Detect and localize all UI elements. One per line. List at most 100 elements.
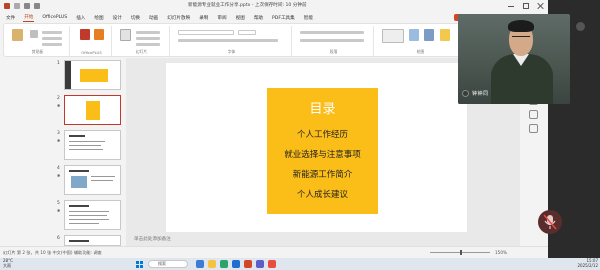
maximize-icon[interactable] — [523, 3, 529, 9]
search-placeholder: 搜索 — [158, 261, 166, 266]
app-icon — [4, 3, 10, 9]
toc-item[interactable]: 个人工作经历 — [267, 128, 378, 140]
webcam-video: 钟钟同 — [458, 14, 570, 104]
thumb-number: 1 — [57, 61, 60, 66]
slide-layout-icon[interactable] — [120, 29, 131, 41]
tab-help[interactable]: 帮助 — [253, 14, 264, 22]
slide-thumbnail-2[interactable] — [64, 95, 121, 125]
toc-item[interactable]: 个人成长建议 — [267, 188, 378, 200]
toc-item[interactable]: 就业选择与注意事项 — [267, 148, 378, 160]
thumb-number: 4 — [57, 166, 60, 171]
toc-box[interactable]: 目录 个人工作经历 就业选择与注意事项 新能源工作简介 个人成长建议 — [267, 88, 378, 214]
thumb-number: 2 — [57, 96, 60, 101]
person-hair — [508, 20, 534, 32]
system-tray-clock[interactable]: 15:07 2025/2/12 — [548, 258, 598, 268]
ribbon-group-paragraph: 段落 — [294, 26, 374, 56]
tab-smart[interactable]: 智能 — [303, 14, 314, 22]
slide-thumbnail-3[interactable] — [64, 130, 121, 160]
tab-slideshow[interactable]: 幻灯片放映 — [166, 14, 191, 22]
new-slide-icon[interactable] — [30, 30, 38, 38]
taskbar-search-box[interactable] — [148, 260, 188, 268]
zoom-level[interactable]: 150% — [495, 250, 507, 255]
animation-star-icon: ✱ — [57, 103, 61, 108]
slide-thumbnail-panel: 1 2 ✱ 3 ✱ 4 ✱ 5 ✱ 6 — [0, 58, 126, 246]
ribbon-group-slides: 幻灯片 — [114, 26, 170, 56]
tab-home[interactable]: 开始 — [23, 13, 35, 22]
ribbon-group-officeplus: OfficePLUS — [72, 26, 112, 56]
add-icon[interactable] — [529, 124, 538, 133]
tab-file[interactable]: 文件 — [5, 14, 16, 22]
paste-icon[interactable] — [12, 29, 23, 41]
thumb-number: 6 — [57, 236, 60, 241]
tab-animations[interactable]: 动画 — [148, 14, 159, 22]
title-bar: 新能源专业就业工作分享.pptx - 上次保存时间: 10 分钟前 — [0, 0, 548, 13]
tab-transitions[interactable]: 切换 — [130, 14, 141, 22]
slide-thumbnail-6[interactable] — [64, 235, 121, 246]
group-label: 字体 — [227, 49, 236, 54]
weather-widget[interactable]: 28°C 大雨 — [3, 258, 13, 268]
tab-record[interactable]: 录制 — [198, 14, 209, 22]
animation-star-icon: ✱ — [57, 138, 61, 143]
app-icon[interactable] — [268, 260, 276, 268]
toc-item[interactable]: 新能源工作简介 — [267, 168, 378, 180]
meeting-indicator-icon[interactable] — [576, 22, 585, 31]
animation-star-icon: ✱ — [57, 173, 61, 178]
ribbon-group-font: 字体 — [172, 26, 292, 56]
tab-view[interactable]: 视图 — [235, 14, 246, 22]
status-bar: 幻灯片 第 2 张，共 10 张 中文(中国) 辅助功能: 调查 150% — [0, 246, 548, 258]
shapes-gallery[interactable] — [382, 29, 404, 43]
task-view-icon[interactable] — [196, 260, 204, 268]
meeting-app-icon[interactable] — [256, 260, 264, 268]
zoom-slider-knob[interactable] — [460, 250, 462, 255]
group-label: 剪贴板 — [31, 49, 44, 54]
tab-officeplus[interactable]: OfficePLUS — [41, 14, 68, 21]
group-label: OfficePLUS — [81, 50, 102, 55]
edge-browser-icon[interactable] — [232, 260, 240, 268]
windows-start-icon[interactable] — [136, 261, 143, 268]
person-glasses — [512, 36, 530, 39]
thumb-number: 5 — [57, 201, 60, 206]
officeplus-icon[interactable] — [80, 29, 90, 40]
group-label: 绘图 — [416, 49, 425, 54]
template-icon[interactable] — [94, 29, 104, 40]
tab-design[interactable]: 设计 — [112, 14, 123, 22]
tab-draw[interactable]: 绘图 — [93, 14, 104, 22]
animation-star-icon: ✱ — [57, 208, 61, 213]
ribbon-group-drawing: 绘图 — [376, 26, 466, 56]
file-explorer-icon[interactable] — [208, 260, 216, 268]
group-label: 幻灯片 — [135, 49, 148, 54]
status-text: 幻灯片 第 2 张，共 10 张 中文(中国) 辅助功能: 调查 — [3, 250, 102, 255]
arrange-icon[interactable] — [409, 29, 419, 41]
slide-thumbnail-4[interactable] — [64, 165, 121, 195]
participant-name: 钟钟同 — [472, 91, 489, 97]
powerpoint-taskbar-icon[interactable] — [244, 260, 252, 268]
slide-canvas[interactable]: 目录 个人工作经历 就业选择与注意事项 新能源工作简介 个人成长建议 — [166, 63, 467, 232]
close-icon[interactable] — [538, 3, 544, 9]
tab-review[interactable]: 审阅 — [216, 14, 227, 22]
undo-icon[interactable] — [34, 3, 40, 9]
mic-icon — [462, 90, 469, 97]
clock-date: 2025/2/12 — [577, 262, 598, 268]
font-family-select[interactable] — [178, 30, 234, 35]
notes-pane[interactable]: 单击此处添加备注 — [134, 236, 171, 242]
slide-thumbnail-5[interactable] — [64, 200, 121, 230]
ribbon-group-clipboard: 剪贴板 — [6, 26, 70, 56]
font-size-select[interactable] — [238, 30, 256, 35]
weather-desc: 大雨 — [3, 262, 11, 268]
tab-pdf-tools[interactable]: PDF工具集 — [271, 14, 296, 22]
tab-insert[interactable]: 插入 — [75, 14, 86, 22]
save-icon[interactable] — [24, 3, 30, 9]
slide-thumbnail-1[interactable] — [64, 60, 121, 90]
quick-styles-icon[interactable] — [424, 29, 434, 41]
shape-fill-icon[interactable] — [440, 29, 450, 41]
wechat-icon[interactable] — [220, 260, 228, 268]
settings-icon[interactable] — [529, 110, 538, 119]
thumb-number: 3 — [57, 131, 60, 136]
minimize-icon[interactable] — [508, 3, 514, 7]
taskbar: 28°C 大雨 搜索 15:07 2025/2/12 — [0, 258, 600, 270]
mute-button[interactable] — [538, 210, 562, 234]
toc-title[interactable]: 目录 — [267, 98, 378, 117]
autosave-toggle[interactable] — [14, 3, 20, 9]
microphone-muted-icon — [543, 214, 557, 230]
document-title: 新能源专业就业工作分享.pptx - 上次保存时间: 10 分钟前 — [188, 3, 307, 8]
